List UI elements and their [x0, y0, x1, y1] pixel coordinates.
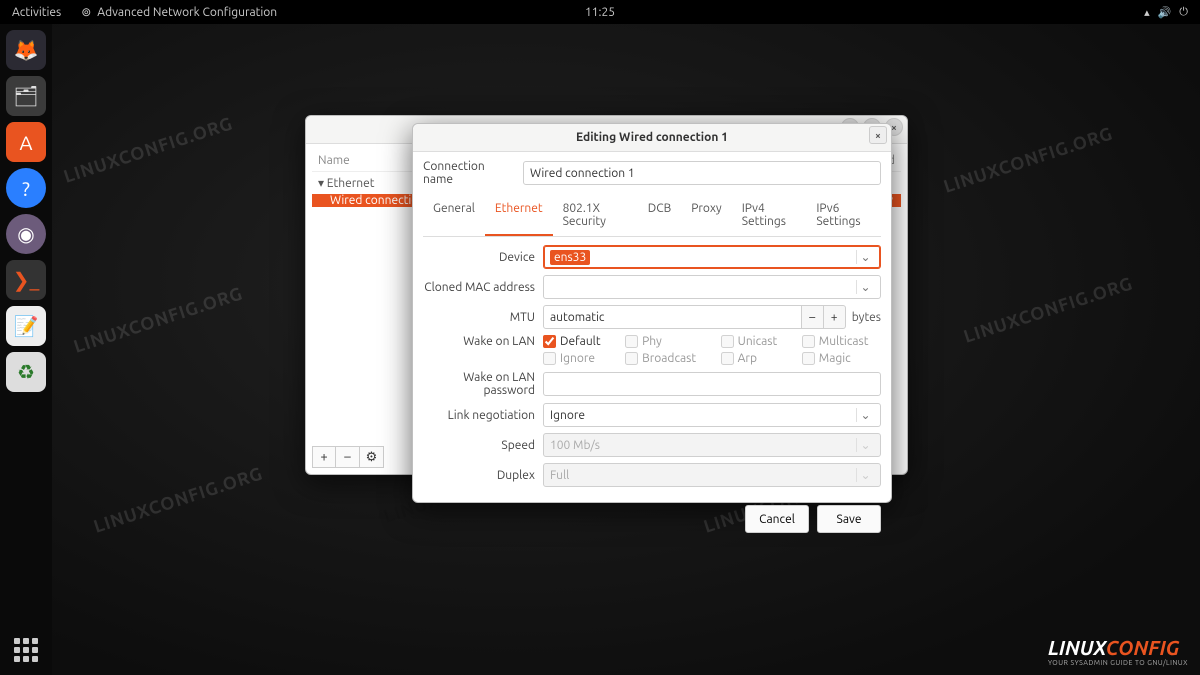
system-tray[interactable]: ▴ 🔊 ⏻ — [1144, 6, 1200, 19]
tab-general[interactable]: General — [423, 196, 485, 236]
clock[interactable]: 11:25 — [585, 6, 615, 19]
connection-name-label: Connection name — [423, 160, 523, 186]
activities-button[interactable]: Activities — [0, 6, 73, 19]
wol-ignore[interactable]: Ignore — [543, 352, 613, 365]
mtu-input[interactable] — [543, 305, 802, 329]
chevron-down-icon: ⌄ — [856, 250, 874, 264]
wol-default[interactable]: Default — [543, 335, 613, 348]
wol-arp[interactable]: Arp — [721, 352, 790, 365]
device-label: Device — [423, 251, 543, 264]
dock-firefox[interactable]: 🦊 — [6, 30, 46, 70]
link-negotiation-label: Link negotiation — [423, 409, 543, 422]
edit-connection-button[interactable]: ⚙ — [360, 446, 384, 468]
wol-multicast[interactable]: Multicast — [802, 335, 881, 348]
device-combo[interactable]: ens33⌄ — [543, 245, 881, 269]
speed-label: Speed — [423, 439, 543, 452]
wol-unicast[interactable]: Unicast — [721, 335, 790, 348]
tab-8021x[interactable]: 802.1X Security — [553, 196, 638, 236]
mtu-increment[interactable]: + — [824, 305, 846, 329]
duplex-label: Duplex — [423, 469, 543, 482]
dock-network[interactable]: ◉ — [6, 214, 46, 254]
show-apps-button[interactable] — [11, 635, 41, 665]
wol-phy[interactable]: Phy — [625, 335, 709, 348]
dock: 🦊 🗂 A ? ◉ ❯_ 📝 ♻ — [0, 24, 52, 675]
cancel-button[interactable]: Cancel — [745, 505, 809, 533]
cloned-mac-combo[interactable]: ⌄ — [543, 275, 881, 299]
chevron-down-icon: ⌄ — [856, 468, 874, 482]
mtu-decrement[interactable]: – — [802, 305, 824, 329]
dialog-titlebar[interactable]: Editing Wired connection 1 × — [413, 124, 891, 152]
app-indicator[interactable]: ⊚ Advanced Network Configuration — [73, 5, 285, 19]
chevron-down-icon: ⌄ — [856, 280, 874, 294]
wol-options: Default Phy Unicast Multicast Ignore Bro… — [543, 335, 881, 365]
dock-files[interactable]: 🗂 — [6, 76, 46, 116]
volume-icon: 🔊 — [1158, 6, 1172, 19]
wol-password-label: Wake on LAN password — [423, 371, 543, 397]
duplex-combo: Full⌄ — [543, 463, 881, 487]
tab-proxy[interactable]: Proxy — [681, 196, 732, 236]
dock-text-editor[interactable]: 📝 — [6, 306, 46, 346]
app-name: Advanced Network Configuration — [97, 6, 277, 19]
dock-help[interactable]: ? — [6, 168, 46, 208]
chevron-down-icon: ⌄ — [856, 408, 874, 422]
chevron-down-icon: ⌄ — [856, 438, 874, 452]
speed-combo: 100 Mb/s⌄ — [543, 433, 881, 457]
tab-ethernet[interactable]: Ethernet — [485, 196, 553, 236]
tab-ipv6[interactable]: IPv6 Settings — [806, 196, 881, 236]
cloned-mac-label: Cloned MAC address — [423, 281, 543, 294]
linuxconfig-logo: LINUXCONFIG YOUR SYSADMIN GUIDE TO GNU/L… — [1048, 636, 1188, 667]
tab-dcb[interactable]: DCB — [638, 196, 681, 236]
wol-magic[interactable]: Magic — [802, 352, 881, 365]
network-icon: ⊚ — [81, 5, 91, 19]
network-tray-icon: ▴ — [1144, 6, 1150, 19]
top-bar: Activities ⊚ Advanced Network Configurat… — [0, 0, 1200, 24]
wol-password-input — [543, 372, 881, 396]
wol-broadcast[interactable]: Broadcast — [625, 352, 709, 365]
connection-name-input[interactable] — [523, 161, 881, 185]
settings-tabs: General Ethernet 802.1X Security DCB Pro… — [423, 196, 881, 237]
mtu-label: MTU — [423, 311, 543, 324]
dock-trash[interactable]: ♻ — [6, 352, 46, 392]
save-button[interactable]: Save — [817, 505, 881, 533]
dock-terminal[interactable]: ❯_ — [6, 260, 46, 300]
add-connection-button[interactable]: + — [312, 446, 336, 468]
wol-label: Wake on LAN — [423, 335, 543, 348]
power-icon: ⏻ — [1179, 6, 1188, 19]
dialog-close-button[interactable]: × — [869, 126, 887, 144]
tab-ipv4[interactable]: IPv4 Settings — [732, 196, 807, 236]
remove-connection-button[interactable]: – — [336, 446, 360, 468]
dialog-title: Editing Wired connection 1 — [576, 131, 728, 144]
link-negotiation-combo[interactable]: Ignore⌄ — [543, 403, 881, 427]
edit-connection-dialog: Editing Wired connection 1 × Connection … — [412, 123, 892, 503]
mtu-unit: bytes — [852, 311, 881, 324]
dock-software[interactable]: A — [6, 122, 46, 162]
